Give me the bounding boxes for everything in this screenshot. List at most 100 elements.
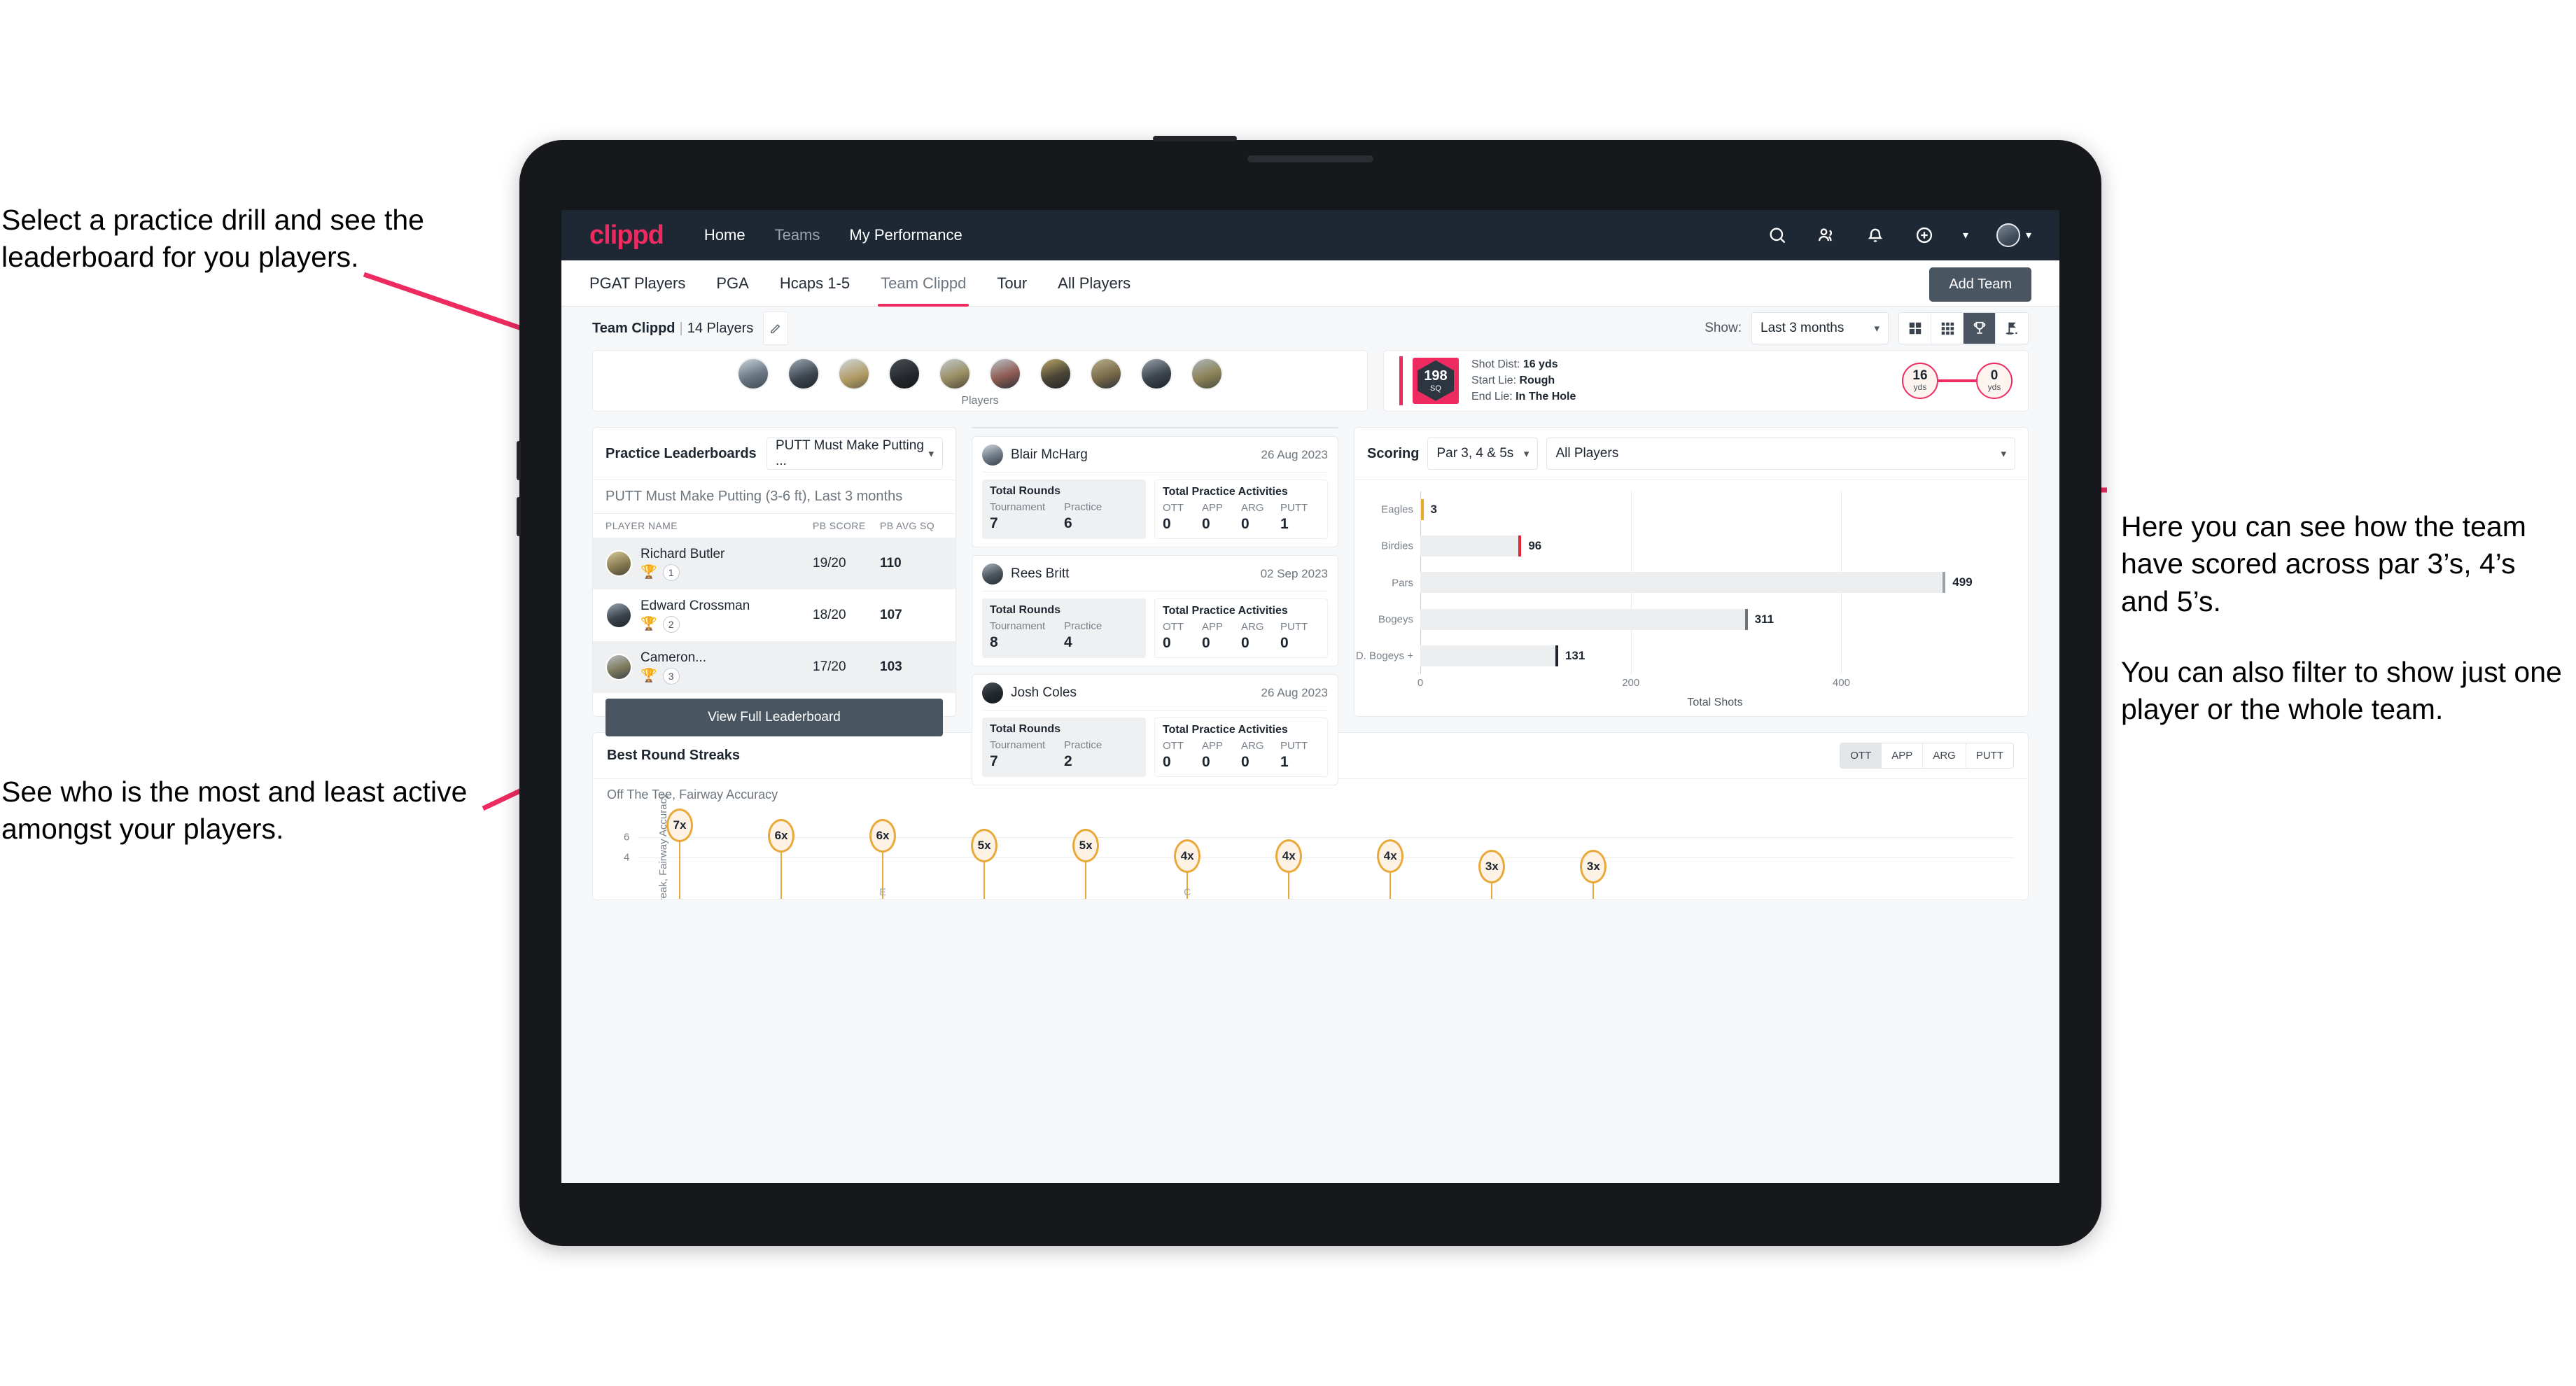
user-avatar-menu[interactable]: ▾ [1996,223,2031,247]
grid-2x2-icon[interactable] [1899,313,1931,344]
volume-up-button[interactable] [517,441,521,480]
activity-item[interactable]: Rees Britt 02 Sep 2023 Total Rounds Tour… [972,555,1338,666]
player-avatar[interactable] [939,358,971,390]
par-filter-select[interactable]: Par 3, 4 & 5s ▾ [1427,438,1539,470]
avatar [982,564,1003,584]
practice-activities-cols: OTT 0 APP 0 ARG 0 PUTT 1 [1163,740,1320,771]
bar-row[interactable]: 311 [1420,601,2010,638]
player-avatar[interactable] [838,358,870,390]
pb-score: 17/20 [813,659,846,674]
bar-value-label: 96 [1528,539,1542,553]
bar-row[interactable]: 131 [1420,638,2010,674]
streak-bubble: 4x [1377,839,1404,873]
trophy-icon[interactable] [1963,313,1996,344]
nav-right-actions: ▾ ▾ [1767,223,2031,247]
clippd-logo[interactable]: clippd [589,220,664,251]
pb-avg-sq: 110 [880,556,902,570]
bar-cap [1518,536,1522,557]
volume-down-button[interactable] [517,497,521,536]
avatar [606,550,632,577]
streaks-plot: Streak, Fairway Accuracy 6 4 7x 6x 6x 5x 5x 4x 4… [607,793,2014,899]
activity-date: 26 Aug 2023 [1261,686,1328,699]
pb-score: 18/20 [813,608,846,622]
tournament-stat: Tournament 7 [990,739,1064,770]
player-filter-select[interactable]: All Players ▾ [1546,438,2015,470]
nav-link-home[interactable]: Home [704,226,746,244]
bell-icon[interactable] [1865,225,1886,246]
putt-stat: PUTT 1 [1280,740,1320,771]
people-icon[interactable] [1816,225,1837,246]
bar-value-label: 499 [1952,575,1973,589]
activity-item[interactable]: Josh Coles 26 Aug 2023 Total Rounds Tour… [972,674,1338,785]
tab-all-players[interactable]: All Players [1058,260,1130,307]
plus-chevron-down-icon[interactable]: ▾ [1963,228,1968,242]
player-name: Edward Crossman [640,598,750,613]
toggle-app[interactable]: APP [1882,743,1924,768]
leaderboard-row[interactable]: Richard Butler 🏆 1 19/20 110 [593,538,955,589]
rank-line: 🏆 3 [640,667,813,685]
player-avatar[interactable] [888,358,920,390]
leaderboard-column-headers: PLAYER NAME PB SCORE PB AVG SQ [593,514,955,538]
bar-row[interactable]: 499 [1420,564,2010,601]
toggle-putt[interactable]: PUTT [1966,743,2013,768]
bar-row[interactable]: 96 [1420,528,2010,564]
tournament-value: 8 [990,634,998,650]
edit-pencil-icon[interactable] [763,312,789,345]
bar-cap [1555,645,1558,666]
tab-hcaps-1-5[interactable]: Hcaps 1-5 [780,260,850,307]
tab-tour[interactable]: Tour [997,260,1027,307]
player-name: Cameron... [640,650,706,665]
total-practice-activities-box: Total Practice Activities OTT 0 APP 0 ARG 0… [1154,598,1328,658]
player-name: Josh Coles [1011,685,1077,700]
drill-select[interactable]: PUTT Must Make Putting ... ▾ [766,438,943,470]
total-rounds-cols: Tournament 8 Practice 4 [990,620,1138,651]
activity-item[interactable]: Blair McHarg 26 Aug 2023 Total Rounds To… [972,436,1338,547]
end-distance-circle: 0 yds [1976,362,2012,399]
leaderboard-row[interactable]: Edward Crossman 🏆 2 18/20 107 [593,589,955,641]
start-lie-value: Rough [1519,374,1555,387]
player-avatar[interactable] [1040,358,1072,390]
player-avatar[interactable] [989,358,1021,390]
nav-link-teams[interactable]: Teams [775,226,820,244]
app-value: 0 [1202,516,1210,532]
scoring-plot: Eagles Birdies Pars Bogeys D. Bogeys + 3 96 49… [1354,480,2028,716]
hexagon-icon: 198 SQ [1418,360,1454,401]
bar [1420,608,1748,630]
putt-stat: PUTT 1 [1280,502,1320,533]
app-stat: APP 0 [1202,502,1241,533]
leaderboard-row[interactable]: Cameron... 🏆 3 17/20 103 [593,641,955,693]
practice-value: 4 [1064,634,1072,650]
practice-leaderboard-card: Practice Leaderboards PUTT Must Make Put… [592,427,956,736]
nav-link-my-performance[interactable]: My Performance [849,226,962,244]
grid-3x3-icon[interactable] [1931,313,1963,344]
tab-pga[interactable]: PGA [716,260,748,307]
toggle-ott[interactable]: OTT [1840,743,1882,768]
player-avatar[interactable] [1191,358,1223,390]
arg-stat: ARG 0 [1241,740,1280,771]
view-full-leaderboard-button[interactable]: View Full Leaderboard [606,699,943,736]
app-stat: APP 0 [1202,740,1241,771]
player-avatar[interactable] [788,358,820,390]
shot-detail-lines: Shot Dist: 16 yds Start Lie: Rough End L… [1471,356,1576,405]
date-range-select[interactable]: Last 3 months ▾ [1751,312,1889,344]
tab-pgat-players[interactable]: PGAT Players [589,260,685,307]
ott-label: OTT [1163,502,1184,514]
leaderboard-row-name-wrap: Richard Butler 🏆 1 [640,547,813,581]
shot-distance-visual: 16 yds 0 yds [1902,362,2012,399]
chevron-down-icon[interactable]: ▾ [2026,228,2031,242]
practice-value: 2 [1064,753,1072,769]
add-team-button[interactable]: Add Team [1929,267,2031,302]
bar-row[interactable]: 3 [1420,491,2010,528]
golf-flag-icon[interactable] [1996,313,2028,344]
player-avatar[interactable] [1090,358,1122,390]
drill-select-value: PUTT Must Make Putting ... [776,438,924,468]
power-button[interactable] [1153,136,1237,141]
player-avatar[interactable] [737,358,769,390]
toggle-arg[interactable]: ARG [1923,743,1966,768]
player-avatar[interactable] [1140,358,1172,390]
tab-team-clippd[interactable]: Team Clippd [878,260,969,307]
search-icon[interactable] [1767,225,1788,246]
plus-circle-icon[interactable] [1914,225,1935,246]
tournament-value: 7 [990,753,998,769]
pb-avg-sq: 107 [880,608,902,622]
